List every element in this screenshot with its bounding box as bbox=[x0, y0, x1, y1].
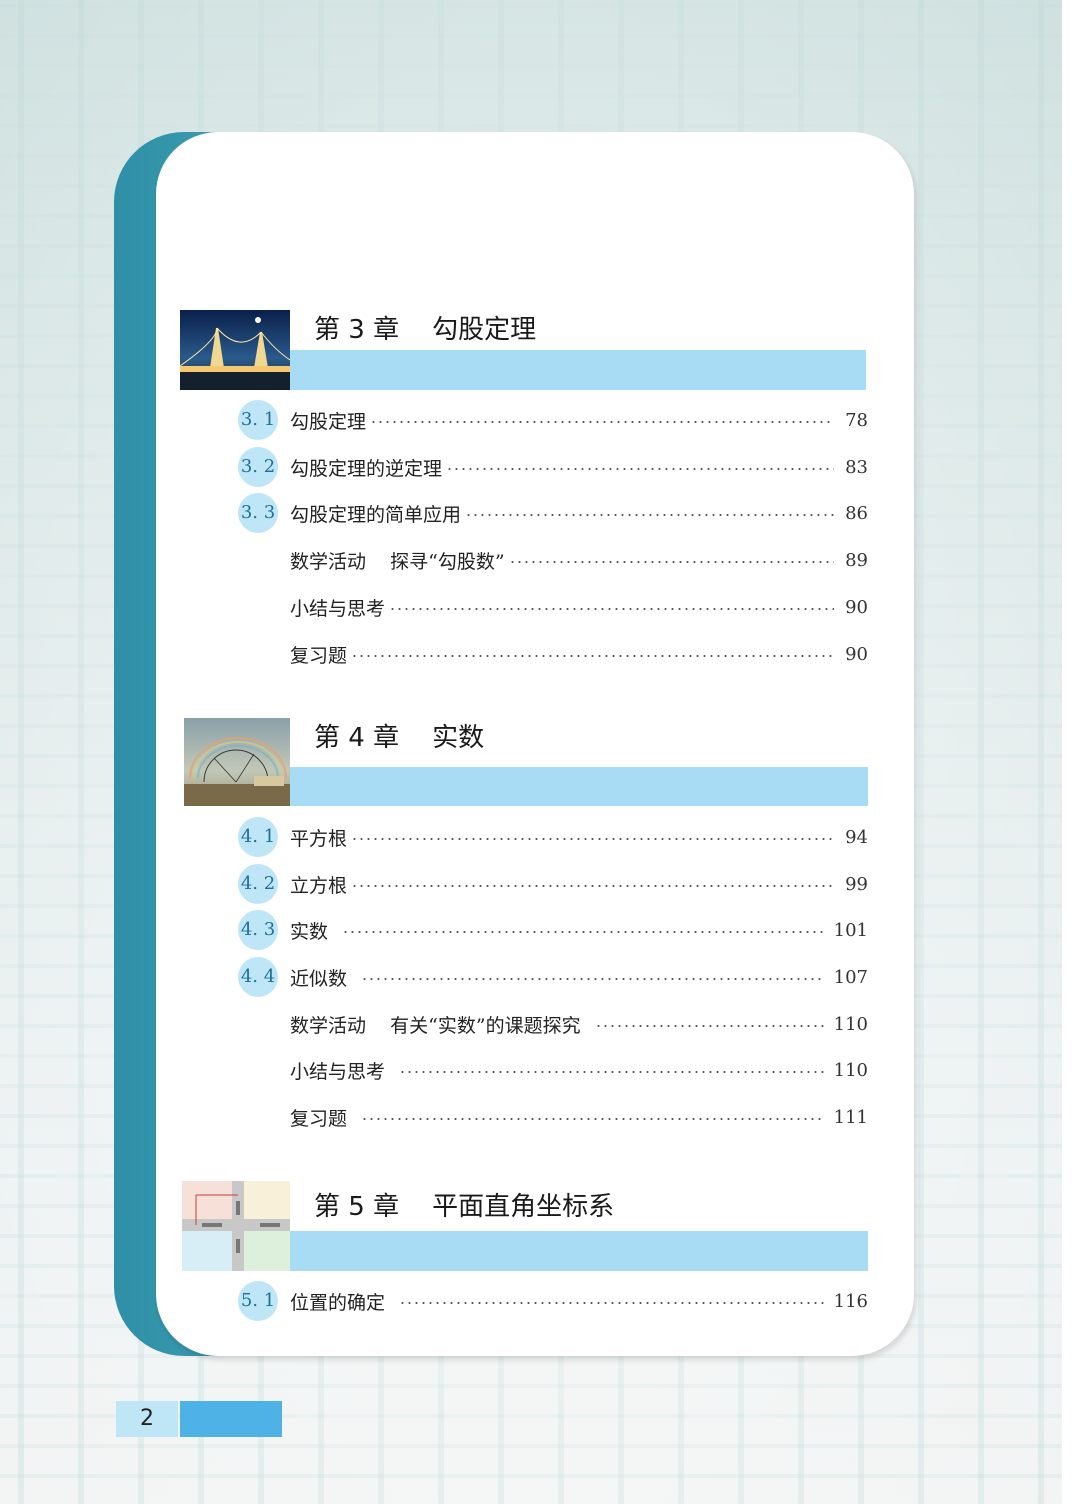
chapter-title: 第 4 章 实数 bbox=[314, 723, 485, 753]
section-number: 4. 1 bbox=[238, 817, 278, 857]
entry-label: 勾股定理的简单应用 bbox=[290, 503, 462, 526]
entry-label: 位置的确定 bbox=[290, 1291, 386, 1314]
entry-label: 复习题 bbox=[290, 1107, 348, 1130]
entry-label: 小结与思考 bbox=[290, 597, 386, 620]
chapter-3-header[interactable]: 第 3 章 勾股定理 bbox=[180, 310, 868, 392]
section-number: 4. 4 bbox=[238, 957, 278, 997]
dot-leader bbox=[399, 1302, 824, 1304]
dot-leader bbox=[351, 655, 834, 657]
toc-entry[interactable]: 数学活动 有关“实数”的课题探究 110 bbox=[238, 1004, 868, 1044]
toc-entry[interactable]: 数学活动 探寻“勾股数” 89 bbox=[238, 540, 868, 580]
entry-label: 勾股定理的逆定理 bbox=[290, 457, 443, 480]
page-number: 86 bbox=[845, 502, 868, 524]
entry-label: 小结与思考 bbox=[290, 1060, 386, 1083]
chapter-title: 第 5 章 平面直角坐标系 bbox=[314, 1192, 615, 1222]
toc-entry[interactable]: 3. 2 勾股定理的逆定理 83 bbox=[238, 447, 868, 487]
chapter-bar bbox=[290, 1231, 868, 1271]
section-number: 3. 2 bbox=[238, 447, 278, 487]
page-number-footer: 2 bbox=[116, 1401, 178, 1437]
page-number: 107 bbox=[833, 966, 868, 988]
entry-label: 数学活动 有关“实数”的课题探究 bbox=[290, 1014, 581, 1037]
section-number: 3. 3 bbox=[238, 493, 278, 533]
entry-label: 平方根 bbox=[290, 827, 348, 850]
section-number: 3. 1 bbox=[238, 400, 278, 440]
page-number: 94 bbox=[845, 826, 868, 848]
page-number: 116 bbox=[833, 1290, 868, 1312]
footer-bar bbox=[180, 1401, 282, 1437]
dot-leader bbox=[361, 978, 824, 980]
section-number: 4. 2 bbox=[238, 864, 278, 904]
dot-leader bbox=[389, 608, 834, 610]
toc-entry[interactable]: 4. 4 近似数 107 bbox=[238, 957, 868, 997]
toc-entry[interactable]: 复习题 111 bbox=[238, 1097, 868, 1137]
dot-leader bbox=[342, 931, 824, 933]
chapter-bar bbox=[290, 350, 866, 390]
page-number: 78 bbox=[845, 409, 868, 431]
page-number: 110 bbox=[833, 1013, 868, 1035]
entry-label: 近似数 bbox=[290, 967, 348, 990]
entry-label: 实数 bbox=[290, 920, 329, 943]
dot-leader bbox=[594, 1025, 824, 1027]
dot-leader bbox=[399, 1071, 824, 1073]
toc-entry[interactable]: 3. 1 勾股定理 78 bbox=[238, 400, 868, 440]
chapter-bar bbox=[290, 767, 868, 806]
coordinate-map-image bbox=[182, 1181, 290, 1271]
entry-label: 勾股定理 bbox=[290, 410, 367, 433]
entry-label: 复习题 bbox=[290, 644, 348, 667]
section-number: 4. 3 bbox=[238, 910, 278, 950]
entry-label: 立方根 bbox=[290, 874, 348, 897]
chapter-4-header[interactable]: 第 4 章 实数 bbox=[184, 718, 868, 806]
page-number: 89 bbox=[845, 549, 868, 571]
toc-entry[interactable]: 小结与思考 110 bbox=[238, 1050, 868, 1090]
toc-entry[interactable]: 小结与思考 90 bbox=[238, 587, 868, 627]
page-number: 90 bbox=[845, 596, 868, 618]
dot-leader bbox=[508, 561, 834, 563]
dot-leader bbox=[351, 885, 834, 887]
dot-leader bbox=[446, 468, 834, 470]
chapter-title: 第 3 章 勾股定理 bbox=[314, 315, 537, 345]
toc-entry[interactable]: 复习题 90 bbox=[238, 634, 868, 674]
dot-leader bbox=[370, 421, 834, 423]
dot-leader bbox=[361, 1118, 824, 1120]
page-number: 90 bbox=[845, 643, 868, 665]
page-number: 99 bbox=[845, 873, 868, 895]
toc-entry[interactable]: 4. 2 立方根 99 bbox=[238, 864, 868, 904]
page-number: 83 bbox=[845, 456, 868, 478]
page-number: 101 bbox=[833, 919, 868, 941]
toc-entry[interactable]: 4. 3 实数 101 bbox=[238, 910, 868, 950]
toc-entry[interactable]: 5. 1 位置的确定 116 bbox=[238, 1281, 868, 1321]
section-number: 5. 1 bbox=[238, 1281, 278, 1321]
rainbow-instrument-image bbox=[184, 718, 290, 806]
toc-entry[interactable]: 4. 1 平方根 94 bbox=[238, 817, 868, 857]
chapter-5-header[interactable]: 第 5 章 平面直角坐标系 bbox=[182, 1181, 868, 1271]
bridge-night-image bbox=[180, 310, 290, 390]
dot-leader bbox=[351, 838, 834, 840]
dot-leader bbox=[465, 514, 834, 516]
entry-label: 数学活动 探寻“勾股数” bbox=[290, 550, 505, 573]
page-number: 110 bbox=[833, 1059, 868, 1081]
toc-entry[interactable]: 3. 3 勾股定理的简单应用 86 bbox=[238, 493, 868, 533]
page-number: 111 bbox=[833, 1106, 868, 1128]
